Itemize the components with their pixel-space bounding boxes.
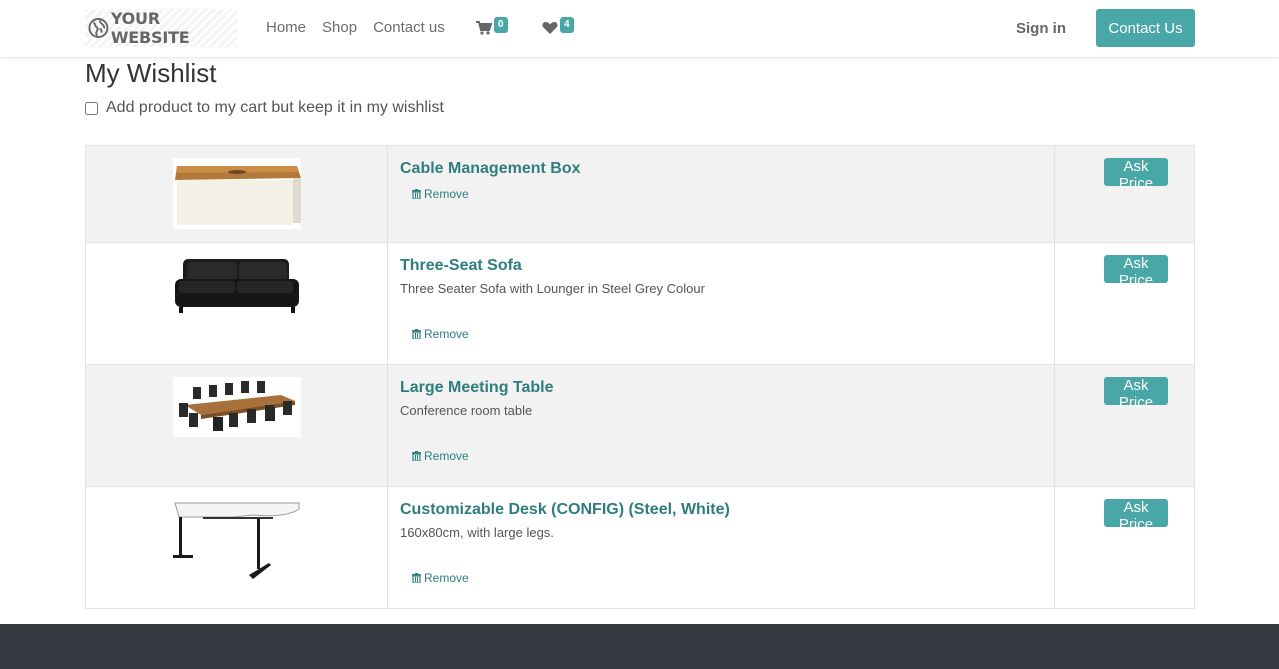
product-name-link[interactable]: Large Meeting Table (400, 379, 1042, 397)
product-name-link[interactable]: Cable Management Box (400, 160, 1042, 178)
remove-label: Remove (424, 571, 469, 585)
cart-button[interactable]: 0 (476, 17, 508, 35)
wishlist-table: Cable Management Box Remove Ask Price Th… (85, 145, 1195, 609)
main-nav: Home Shop Contact us (266, 19, 461, 36)
remove-label: Remove (424, 187, 469, 201)
remove-button[interactable]: Remove (412, 449, 469, 463)
contact-us-button[interactable]: Contact Us (1096, 9, 1195, 47)
nav-shop[interactable]: Shop (322, 19, 357, 36)
sign-in-link[interactable]: Sign in (1016, 20, 1066, 37)
logo-text: YOUR WEBSITE (110, 9, 190, 47)
product-info-cell: Three-Seat Sofa Three Seater Sofa with L… (387, 242, 1055, 365)
wishlist-button[interactable]: 4 (542, 17, 574, 35)
product-image-cell (85, 145, 388, 243)
wishlist-count-badge: 4 (560, 17, 574, 33)
nav-home[interactable]: Home (266, 19, 306, 36)
price-cell: Ask Price (1054, 242, 1195, 365)
table-row: Cable Management Box Remove Ask Price (85, 145, 1195, 243)
nav-contact-us[interactable]: Contact us (373, 19, 445, 36)
remove-label: Remove (424, 449, 469, 463)
sofa-image[interactable] (172, 255, 301, 320)
top-navbar: YOUR WEBSITE Home Shop Contact us 0 4 Si… (0, 0, 1279, 57)
table-row: Customizable Desk (CONFIG) (Steel, White… (85, 486, 1195, 609)
table-row: Large Meeting Table Conference room tabl… (85, 364, 1195, 487)
site-logo[interactable]: YOUR WEBSITE (85, 9, 237, 47)
trash-icon (412, 189, 421, 199)
price-cell: Ask Price (1054, 145, 1195, 243)
cable-box-image[interactable] (172, 158, 301, 229)
keep-in-wishlist-label: Add product to my cart but keep it in my… (106, 99, 444, 116)
ask-price-button[interactable]: Ask Price (1104, 377, 1168, 411)
cart-icon (476, 21, 492, 35)
meeting-table-image[interactable] (172, 377, 301, 437)
remove-button[interactable]: Remove (412, 571, 469, 585)
product-info-cell: Customizable Desk (CONFIG) (Steel, White… (387, 486, 1055, 609)
heart-icon (542, 22, 558, 34)
ask-price-button[interactable]: Ask Price (1104, 255, 1168, 289)
product-image-cell (85, 364, 388, 487)
product-description: 160x80cm, with large legs. (400, 525, 554, 540)
desk-image[interactable] (172, 499, 301, 583)
product-description (400, 178, 1042, 186)
price-cell: Ask Price (1054, 364, 1195, 487)
product-name-link[interactable]: Three-Seat Sofa (400, 257, 1042, 275)
product-info-cell: Large Meeting Table Conference room tabl… (387, 364, 1055, 487)
footer (0, 624, 1279, 669)
product-info-cell: Cable Management Box Remove (387, 145, 1055, 243)
price-cell: Ask Price (1054, 486, 1195, 609)
product-name-link[interactable]: Customizable Desk (CONFIG) (Steel, White… (400, 501, 1042, 519)
product-description: Conference room table (400, 403, 533, 418)
trash-icon (412, 329, 421, 339)
trash-icon (412, 573, 421, 583)
trash-icon (412, 451, 421, 461)
keep-in-wishlist-checkbox[interactable] (85, 101, 98, 115)
ask-price-button[interactable]: Ask Price (1104, 499, 1168, 533)
table-row: Three-Seat Sofa Three Seater Sofa with L… (85, 242, 1195, 365)
product-image-cell (85, 242, 388, 365)
remove-label: Remove (424, 327, 469, 341)
page-title: My Wishlist (85, 58, 217, 88)
product-description: Three Seater Sofa with Lounger in Steel … (400, 281, 705, 296)
cart-count-badge: 0 (494, 17, 508, 33)
product-image-cell (85, 486, 388, 609)
remove-button[interactable]: Remove (412, 187, 469, 201)
globe-icon (88, 18, 109, 38)
keep-in-wishlist-option[interactable]: Add product to my cart but keep it in my… (85, 99, 444, 117)
remove-button[interactable]: Remove (412, 327, 469, 341)
ask-price-button[interactable]: Ask Price (1104, 158, 1168, 192)
